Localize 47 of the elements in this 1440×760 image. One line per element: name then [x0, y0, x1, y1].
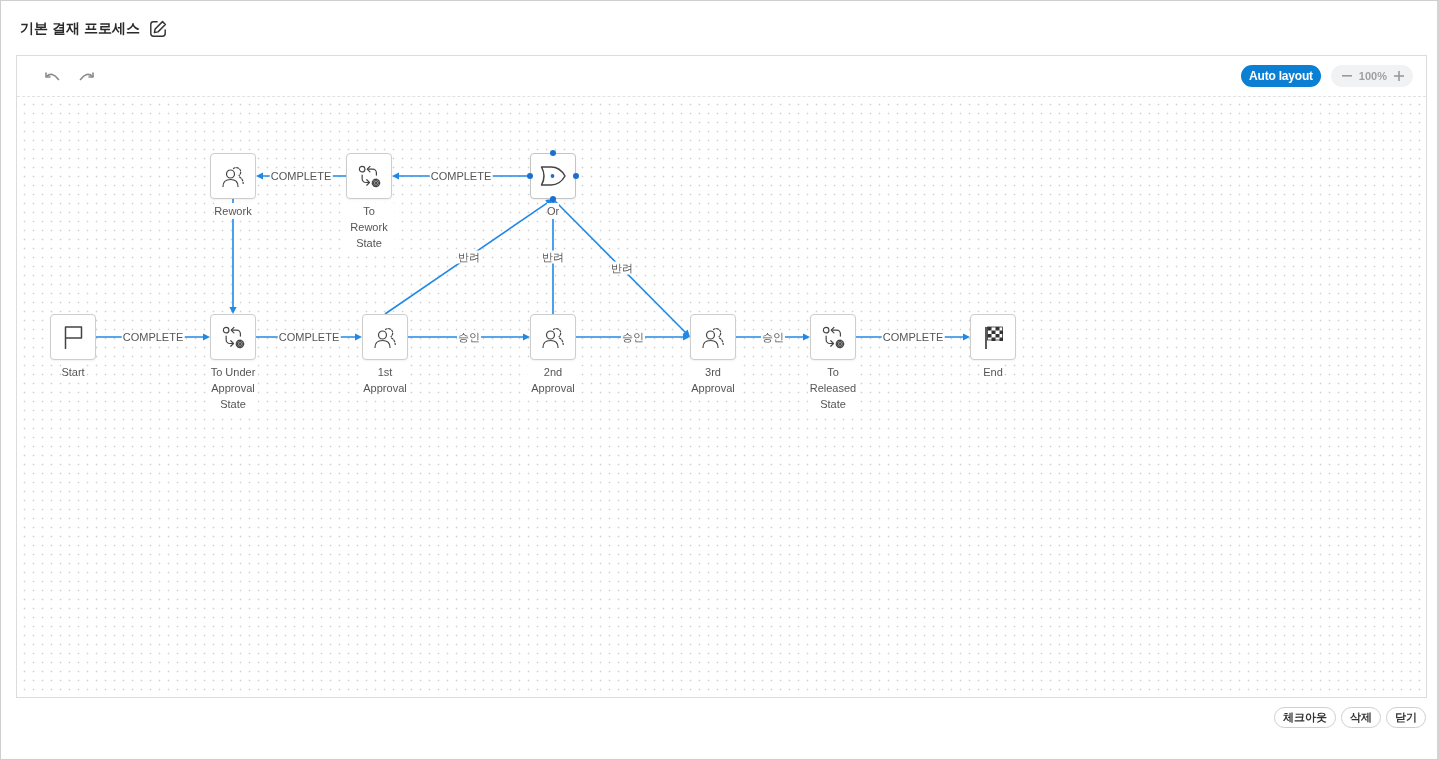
node-label: Rework — [214, 203, 252, 219]
or-gate-icon — [540, 166, 566, 186]
edge-label: COMPLETE — [277, 330, 341, 344]
page-title: 기본 결재 프로세스 — [20, 20, 140, 38]
minus-icon — [1341, 75, 1352, 77]
undo-icon — [45, 71, 60, 81]
edit-icon — [148, 20, 167, 38]
node-label: To Under Approval State — [208, 364, 258, 412]
zoom-in-button[interactable] — [1394, 71, 1404, 81]
edge-label: 반려 — [541, 250, 565, 263]
edge-label: COMPLETE — [121, 330, 185, 344]
person-icon — [374, 326, 396, 348]
edge-label: 반려 — [457, 250, 481, 263]
person-icon — [542, 326, 564, 348]
edge-label: COMPLETE — [269, 169, 333, 183]
edge-label: 승인 — [621, 330, 645, 344]
handle-dot-icon[interactable] — [573, 173, 579, 179]
flag-icon — [63, 325, 83, 349]
person-icon — [222, 165, 244, 187]
node-label: 3rd Approval — [688, 364, 738, 396]
edge-label: COMPLETE — [429, 169, 493, 183]
edge-label: 반려 — [609, 261, 634, 275]
node-label: Or — [546, 203, 560, 219]
footer-button[interactable]: 삭제 — [1341, 707, 1381, 728]
node-label: To Rework State — [344, 203, 394, 251]
edge-label: 승인 — [457, 330, 481, 344]
cycle-gear-icon — [221, 325, 245, 349]
auto-layout-button[interactable]: Auto layout — [1241, 65, 1321, 87]
redo-button[interactable] — [79, 71, 94, 81]
footer-button[interactable]: 체크아웃 — [1274, 707, 1336, 728]
edge-label: COMPLETE — [881, 330, 945, 344]
node-label: To Released State — [808, 364, 858, 412]
zoom-level: 100% — [1358, 70, 1387, 82]
handle-dot-icon[interactable] — [527, 173, 533, 179]
handle-dot-icon[interactable] — [550, 150, 556, 156]
redo-icon — [79, 71, 94, 81]
footer-button[interactable]: 닫기 — [1386, 707, 1426, 728]
undo-button[interactable] — [45, 71, 60, 81]
node-label: 2nd Approval — [528, 364, 578, 396]
checkered-flag-icon — [983, 325, 1003, 349]
handle-dot-icon[interactable] — [550, 196, 556, 202]
edge-label: 승인 — [761, 330, 785, 344]
cycle-gear-icon — [821, 325, 845, 349]
cycle-gear-icon — [357, 164, 381, 188]
person-icon — [702, 326, 724, 348]
plus-icon — [1394, 71, 1404, 81]
edit-title-button[interactable] — [148, 20, 167, 38]
